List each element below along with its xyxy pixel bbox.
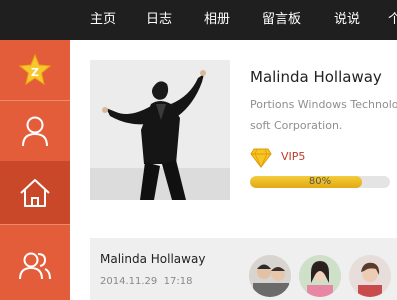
home-icon: [20, 178, 50, 207]
feed-date: 2014.11.29: [100, 276, 158, 287]
nav-item-home[interactable]: 主页: [90, 11, 116, 29]
sidebar-item-home[interactable]: [0, 161, 70, 224]
nav-item-more[interactable]: 个: [388, 11, 397, 29]
feed-timestamp: 2014.11.29 17:18: [100, 276, 192, 287]
profile-description-line-1: Portions Windows Technology: [250, 98, 397, 111]
sidebar-item-qzone[interactable]: Z: [0, 40, 70, 100]
diamond-icon: [250, 148, 272, 168]
profile-description-line-2: soft Corporation.: [250, 119, 343, 132]
nav-item-message-board[interactable]: 留言板: [262, 11, 301, 29]
avatar[interactable]: [299, 255, 341, 297]
avatar[interactable]: [249, 255, 291, 297]
feed-card: Malinda Hollaway 2014.11.29 17:18: [90, 238, 397, 300]
svg-text:Z: Z: [31, 66, 39, 79]
main-content: Malinda Hollaway Portions Windows Techno…: [70, 40, 397, 300]
level-progress-text: 80%: [308, 176, 332, 187]
qzone-star-icon: Z: [18, 53, 52, 86]
sidebar-item-friends[interactable]: [0, 225, 70, 300]
sidebar: Z: [0, 40, 70, 300]
sidebar-item-profile[interactable]: [0, 101, 70, 161]
level-progress-bar: 80%: [250, 176, 390, 188]
vip-level-label: VIP5: [281, 150, 306, 163]
user-icon: [22, 116, 48, 147]
top-nav-bar: 主页 日志 相册 留言板 说说 个: [0, 0, 397, 40]
nav-item-album[interactable]: 相册: [204, 11, 230, 29]
feed-time: 17:18: [163, 276, 193, 287]
nav-item-status[interactable]: 说说: [334, 11, 360, 29]
avatar[interactable]: [349, 255, 391, 297]
nav-item-blog[interactable]: 日志: [146, 11, 172, 29]
friends-icon: [19, 252, 51, 280]
profile-photo[interactable]: [90, 60, 230, 200]
profile-description: Portions Windows Technology soft Corpora…: [250, 94, 397, 136]
feed-author[interactable]: Malinda Hollaway: [100, 252, 205, 266]
profile-name: Malinda Hollaway: [250, 68, 382, 86]
